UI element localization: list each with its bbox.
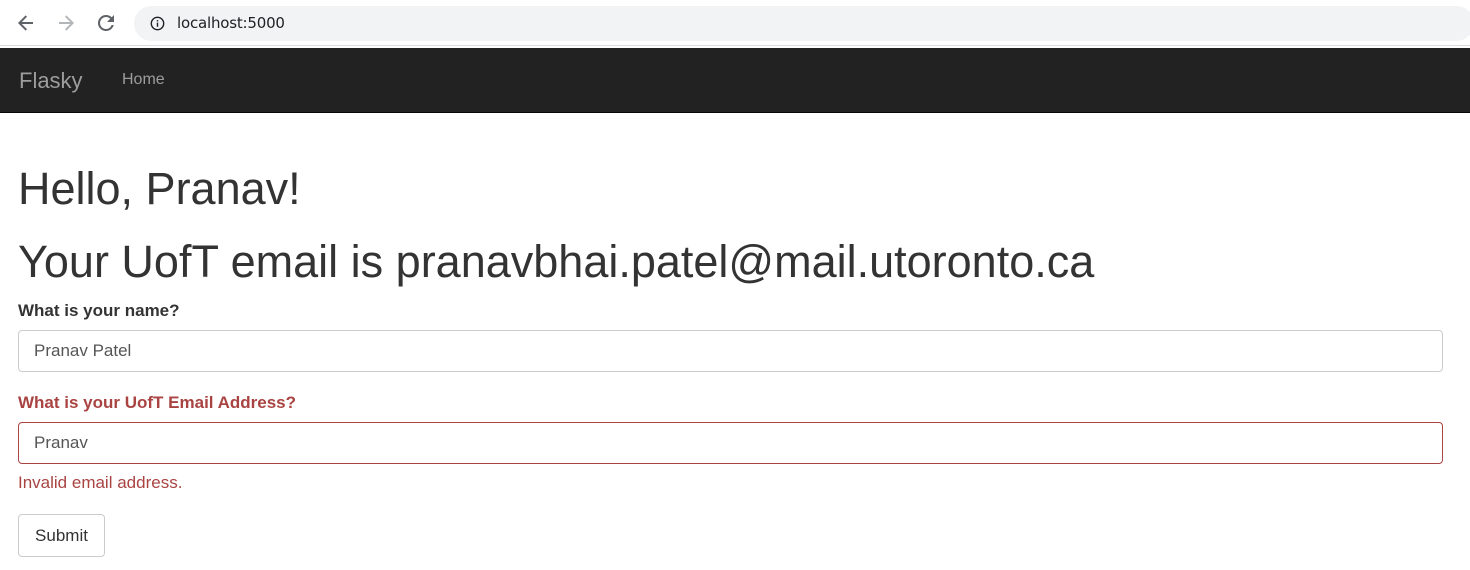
email-error-message: Invalid email address.	[18, 473, 183, 492]
address-bar[interactable]: localhost:5000	[134, 6, 1470, 41]
email-label: What is your UofT Email Address?	[18, 393, 297, 412]
email-heading: Your UofT email is pranavbhai.patel@mail…	[18, 236, 1095, 287]
reload-icon	[97, 14, 114, 32]
greeting-heading: Hello, Pranav!	[18, 163, 301, 214]
arrow-right-icon	[59, 15, 74, 31]
email-input[interactable]	[18, 422, 1443, 464]
browser-toolbar: localhost:5000	[0, 0, 1470, 46]
nav-link-home[interactable]: Home	[122, 71, 165, 89]
arrow-left-icon	[18, 15, 33, 31]
submit-button[interactable]: Submit	[18, 514, 105, 557]
info-icon[interactable]	[150, 16, 165, 31]
navbar-brand[interactable]: Flasky	[19, 68, 83, 94]
url-text: localhost:5000	[177, 14, 285, 32]
reload-button[interactable]	[94, 11, 118, 35]
name-label: What is your name?	[18, 301, 180, 320]
navbar: Flasky Home	[0, 48, 1470, 113]
back-button[interactable]	[14, 11, 38, 35]
forward-button[interactable]	[54, 11, 78, 35]
name-input[interactable]	[18, 330, 1443, 372]
